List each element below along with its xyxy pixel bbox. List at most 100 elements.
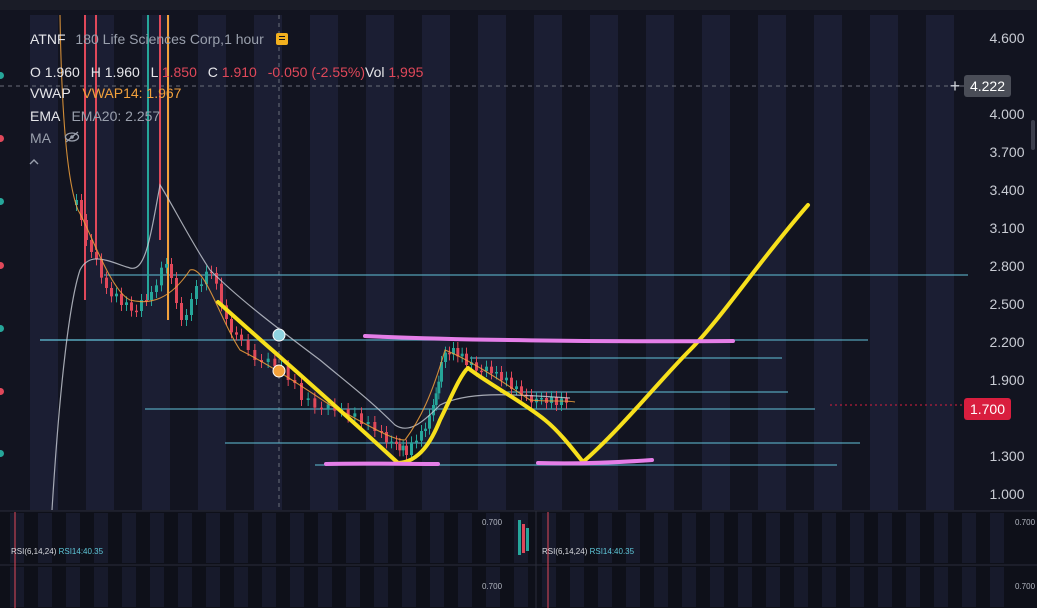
candle-body (405, 445, 408, 455)
change-value: -0.050 (267, 64, 308, 80)
session-band (458, 513, 472, 563)
session-band (374, 567, 388, 607)
rsi-legend-right[interactable]: RSI(6,14,24) RSI14:40.35 (542, 547, 634, 556)
candle-body (540, 398, 543, 400)
crosshair-price-tag: 4.222 (963, 75, 1011, 97)
session-band (766, 567, 780, 607)
crosshair-dot-ema (272, 328, 286, 342)
candle-body (185, 315, 188, 320)
candle-body (266, 358, 270, 362)
volume-label: Vol (365, 64, 385, 80)
session-band (262, 513, 276, 563)
session-band (654, 513, 668, 563)
ma-legend[interactable]: MA (30, 129, 80, 148)
candle-body (485, 366, 488, 371)
session-band (542, 567, 556, 607)
close-value: 1.910 (221, 64, 257, 80)
session-band (422, 15, 450, 510)
ema-legend[interactable]: EMA EMA20: 2.257 (30, 107, 160, 125)
candle-body (500, 372, 503, 381)
price-axis-label: 1.300 (989, 448, 1024, 464)
session-band (310, 15, 338, 510)
candle-body (565, 398, 568, 403)
candle-body (490, 366, 493, 374)
session-band (702, 15, 730, 510)
session-band (402, 567, 416, 607)
candle-body (420, 431, 423, 441)
session-band (262, 567, 276, 607)
session-band (150, 567, 164, 607)
session-band (598, 567, 612, 607)
candle-body (235, 332, 238, 335)
session-band (374, 513, 388, 563)
session-band (430, 567, 444, 607)
candle-body (401, 445, 405, 451)
candle-body (120, 293, 123, 305)
price-axis-label: 3.400 (989, 182, 1024, 198)
session-band (318, 513, 332, 563)
session-band (122, 567, 136, 607)
ohlc-legend: O 1.960 H 1.960 L 1.850 C 1.910 -0.050 (… (30, 63, 423, 81)
session-band (906, 513, 920, 563)
candle-body (560, 398, 563, 405)
vwap-value: VWAP14: 1.967 (82, 85, 182, 101)
session-band (514, 567, 528, 607)
session-band (710, 567, 724, 607)
price-axis-label: 2.800 (989, 258, 1024, 274)
plus-icon[interactable]: + (944, 76, 966, 96)
candle-body (437, 381, 441, 394)
candle-body (110, 288, 113, 297)
session-band (738, 567, 752, 607)
session-band (570, 567, 584, 607)
rsi-name: RSI(6,14,24) (542, 547, 588, 556)
session-band (66, 567, 80, 607)
session-band (318, 567, 332, 607)
top-toolbar (0, 0, 1037, 10)
session-band (850, 513, 864, 563)
symbol-legend[interactable]: ATNF 180 Life Sciences Corp,1 hour (30, 30, 288, 48)
session-band (38, 567, 52, 607)
candle-body (230, 319, 233, 333)
candle-body (160, 267, 163, 286)
session-band (850, 567, 864, 607)
candle-body (320, 407, 323, 410)
session-band (710, 513, 724, 563)
ema-name: EMA (30, 108, 60, 124)
ema-value: EMA20: 2.257 (71, 108, 161, 124)
session-band (346, 567, 360, 607)
chevron-up-icon[interactable] (29, 154, 39, 168)
session-band (150, 513, 164, 563)
candle-body (460, 353, 464, 357)
candle-body (115, 293, 118, 297)
session-band (646, 15, 674, 510)
candle-body (434, 393, 438, 405)
ma-name: MA (30, 130, 51, 146)
session-band (794, 513, 808, 563)
candle-body (240, 334, 243, 340)
volume-bar (518, 520, 521, 555)
candle-body (175, 278, 178, 303)
last-price-tag: 1.700 (963, 398, 1011, 420)
session-band (178, 513, 192, 563)
candle-body (95, 252, 98, 260)
rsi-legend-left[interactable]: RSI(6,14,24) RSI14:40.35 (11, 547, 103, 556)
candle-body (505, 377, 508, 381)
candle-body (313, 398, 317, 408)
session-band (962, 567, 976, 607)
close-label: C (207, 64, 218, 80)
flag-icon[interactable] (275, 33, 288, 45)
vwap-legend[interactable]: VWAP VWAP14: 1.967 (30, 84, 181, 102)
candle-body (515, 386, 518, 389)
rsi-value: RSI14:40.35 (589, 547, 635, 556)
session-band (534, 15, 562, 510)
candle-body (410, 442, 413, 455)
eye-slash-icon[interactable] (64, 130, 80, 148)
price-axis-label: 4.000 (989, 106, 1024, 122)
session-band (934, 513, 948, 563)
session-band (822, 513, 836, 563)
symbol-description: 180 Life Sciences Corp,1 hour (75, 31, 264, 47)
session-band (290, 513, 304, 563)
candle-body (306, 398, 310, 400)
crosshair-dot-vwap (272, 364, 286, 378)
low-label: L (150, 64, 158, 80)
